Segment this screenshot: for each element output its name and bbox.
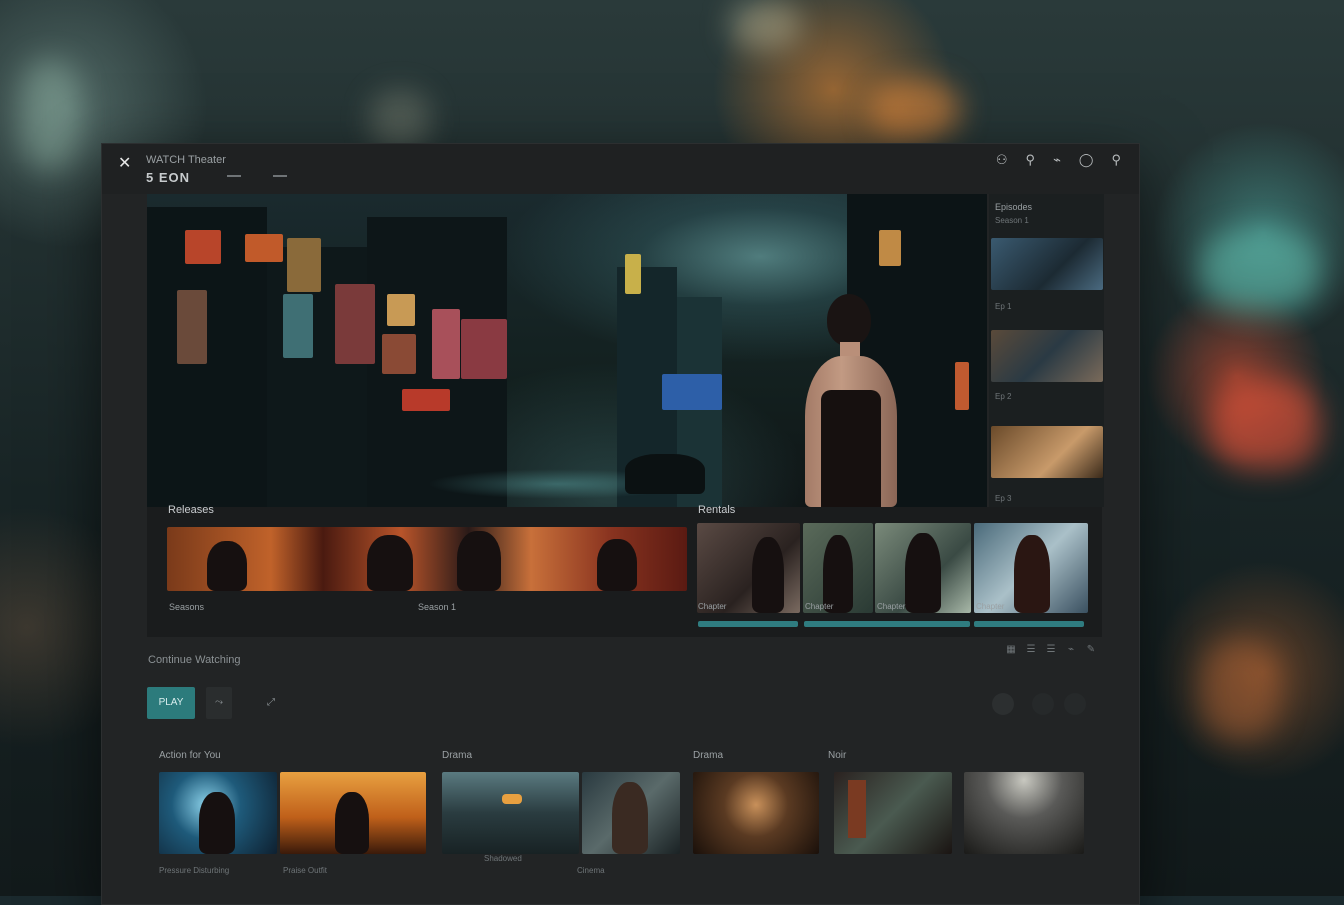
neon-sign [432,309,460,379]
movie-caption: Pressure Disturbing [159,866,230,875]
episode-panel-title: Episodes [995,202,1033,212]
character-figure [597,539,637,591]
grid-view-icon[interactable]: ▦ [1000,644,1022,660]
car-silhouette [625,454,705,494]
rental-thumbnail[interactable] [875,523,971,613]
movie-thumbnail[interactable] [693,772,819,854]
add-button[interactable]: ⤳ [206,687,232,719]
neon-sign [387,294,415,326]
movie-caption: Shadowed [484,854,522,863]
bokeh-light [20,60,80,170]
app-title: WATCH Theater [146,154,226,166]
episode-panel: Episodes Season 1 Ep 1 Ep 2 Ep 3 [989,194,1104,507]
movie-thumbnail[interactable] [834,772,952,854]
episode-caption: Ep 3 [995,494,1012,503]
category-title: Drama [693,750,724,761]
neon-sign [879,230,901,266]
bokeh-light [730,0,800,50]
title-bar: ✕ WATCH Theater 5 EON ⚇ ⚲ ⌁ ◯ ⚲ [102,144,1139,194]
bokeh-light [1200,640,1280,740]
list-view-icon[interactable]: ☰ [1040,644,1062,660]
neon-sign [185,230,221,264]
info-icon: ⤢ [267,697,275,708]
neon-sign [245,234,283,262]
movie-caption: Cinema [577,866,605,875]
rental-thumbnail[interactable] [697,523,800,613]
episode-caption: Ep 2 [995,392,1012,401]
neon-sign [662,374,722,410]
episode-thumbnail[interactable] [991,330,1103,382]
neon-sign [625,254,641,294]
app-window: ✕ WATCH Theater 5 EON ⚇ ⚲ ⌁ ◯ ⚲ Episodes… [101,143,1140,905]
movie-caption: Praise Outfit [283,866,328,875]
section-title: Continue Watching [148,654,241,666]
neon-sign [461,319,507,379]
info-button[interactable]: ⤢ [258,687,284,719]
rental-progress [974,621,1084,627]
movie-thumbnail[interactable] [582,772,680,854]
neon-sign [177,290,207,364]
rental-caption: Chapter [976,602,1005,611]
episode-thumbnail[interactable] [991,426,1103,478]
episode-panel-subtitle: Season 1 [995,216,1029,225]
neon-sign [287,238,321,292]
episode-caption: Ep 1 [995,302,1012,311]
fullscreen-control[interactable] [1064,693,1086,715]
app-subtitle: 5 EON [146,170,191,185]
movie-thumbnail[interactable] [964,772,1084,854]
neon-sign [335,284,375,364]
edit-icon[interactable]: ✎ [1080,644,1102,660]
play-button[interactable]: PLAY [147,687,195,719]
bokeh-light [1200,230,1320,310]
rental-caption: Chapter [805,602,834,611]
rental-thumbnail[interactable] [803,523,873,613]
row-title: Releases [168,504,214,516]
movie-thumbnail[interactable] [280,772,426,854]
movie-thumbnail[interactable] [442,772,579,854]
neon-sign [955,362,969,410]
cast-icon[interactable]: ⌁ [1053,152,1061,168]
row-title: Rentals [698,504,736,516]
episode-thumbnail[interactable] [991,238,1103,290]
rental-caption: Chapter [698,602,727,611]
rental-thumbnail[interactable] [974,523,1088,613]
releases-filmstrip[interactable] [167,527,687,591]
row-footer: Seasons [169,602,205,612]
pin-icon[interactable]: ⚲ [1026,152,1036,168]
category-title: Drama [442,750,473,761]
hero-banner[interactable] [147,194,987,507]
row-footer: Season 1 [418,602,457,612]
volume-control[interactable] [992,693,1014,715]
settings-control[interactable] [1032,693,1054,715]
share-icon[interactable]: ⚇ [996,152,1008,168]
bokeh-light [1210,380,1320,470]
toolbar: ⚇ ⚲ ⌁ ◯ ⚲ [996,152,1121,168]
character-figure [457,531,501,591]
close-icon[interactable]: ✕ [118,153,131,173]
movie-thumbnail[interactable] [159,772,277,854]
hero-character [797,294,907,507]
neon-sign [402,389,450,411]
category-title: Noir [828,750,847,761]
rental-progress [698,621,798,627]
search-icon[interactable]: ⚲ [1111,152,1121,168]
subtitle-divider [227,175,287,177]
bokeh-light [870,80,960,140]
list-view-icon[interactable]: ☰ [1020,644,1042,660]
neon-sign [382,334,416,374]
account-icon[interactable]: ◯ [1079,152,1094,168]
rental-progress [804,621,970,627]
link-icon[interactable]: ⌁ [1060,644,1082,660]
bokeh-light [370,90,430,150]
category-title: Action for You [159,750,221,761]
character-figure [367,535,413,591]
add-icon: ⤳ [215,697,223,708]
character-figure [207,541,247,591]
neon-sign [283,294,313,358]
rental-caption: Chapter [877,602,906,611]
